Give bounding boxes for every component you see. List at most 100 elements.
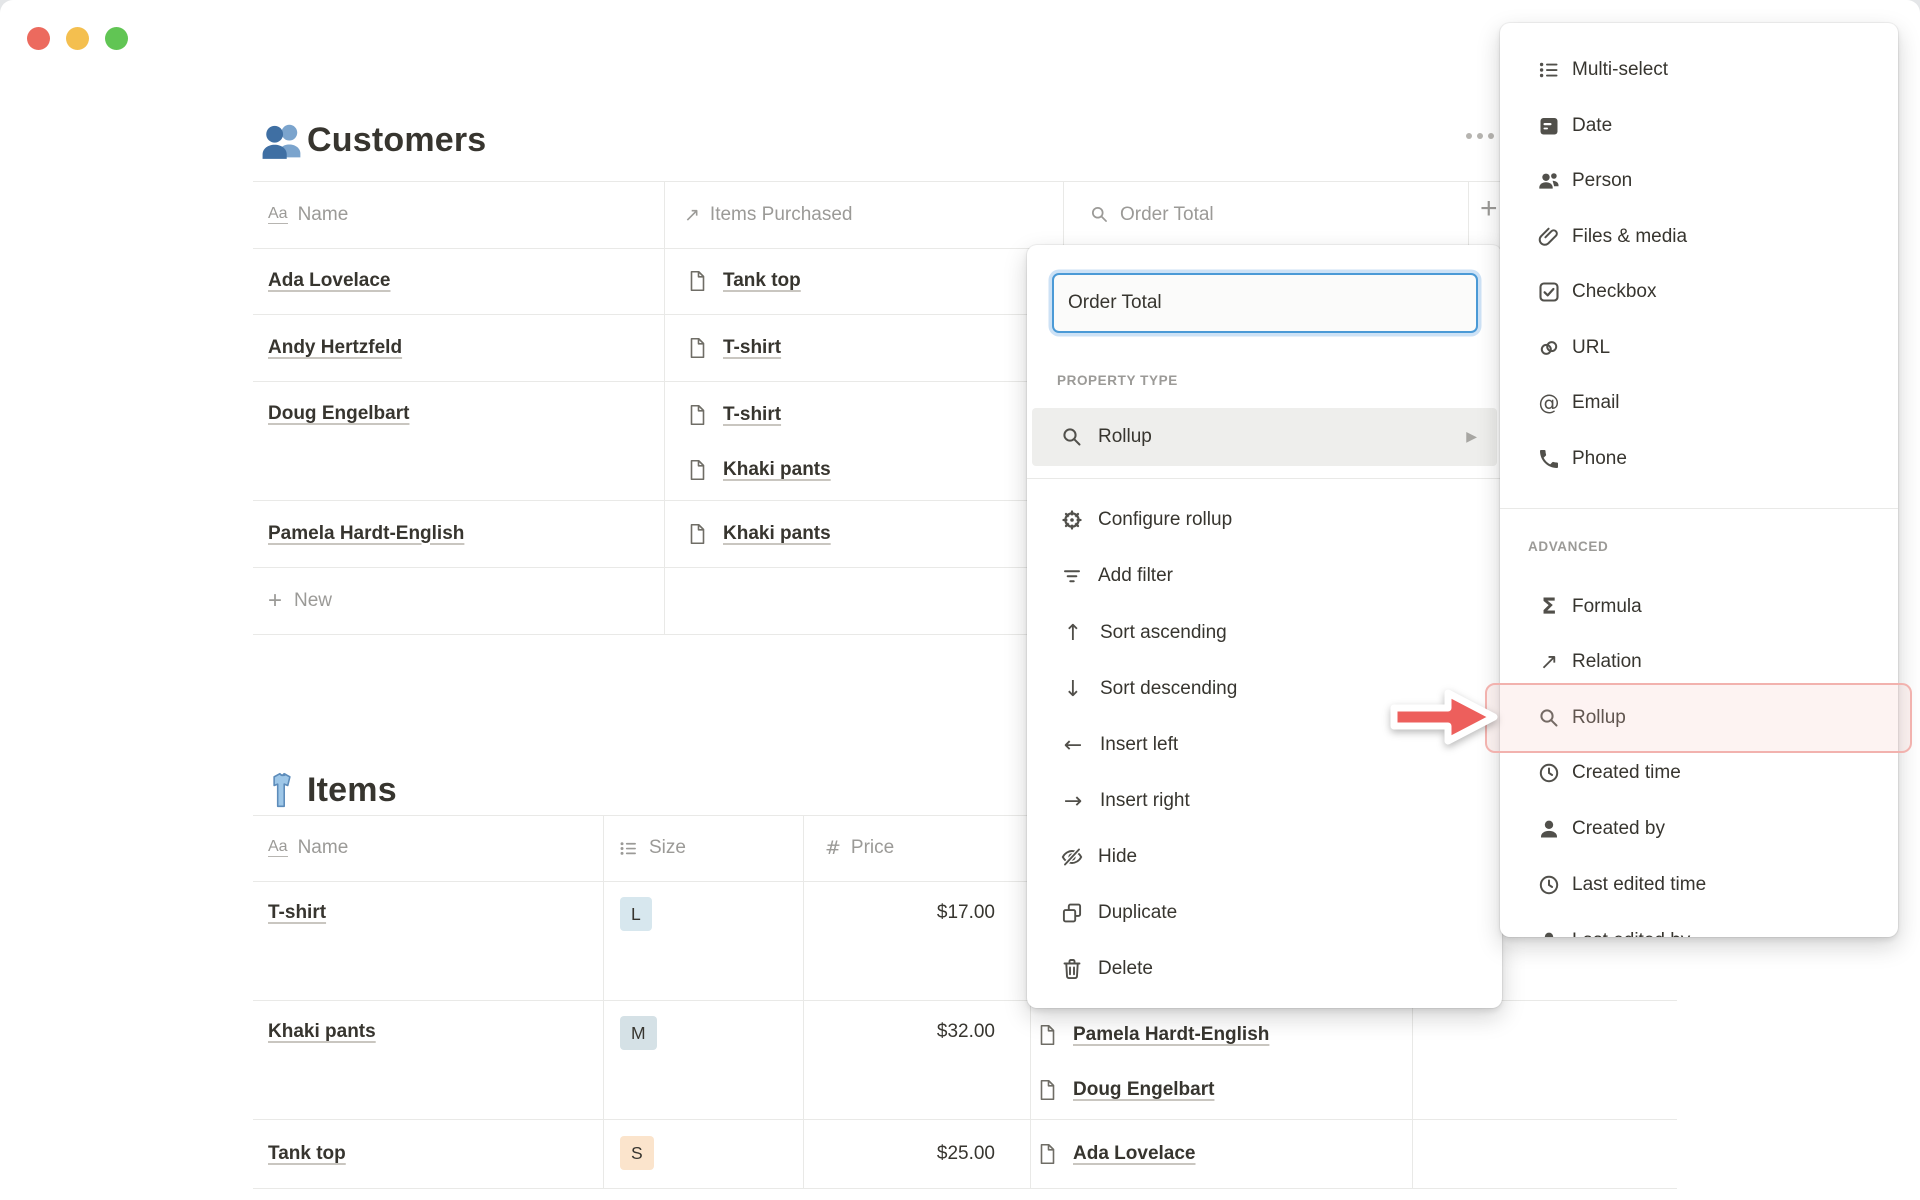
size-tag-m[interactable]: M: [620, 1016, 657, 1050]
page-icon: [685, 269, 709, 293]
page-link[interactable]: Khaki pants: [723, 459, 831, 481]
sigma-icon: Σ: [1541, 594, 1557, 620]
type-item-person[interactable]: Person: [1500, 153, 1898, 209]
table-more-options-button[interactable]: [1466, 133, 1494, 139]
table-row-name-cell[interactable]: Tank top: [268, 1119, 346, 1188]
page-link[interactable]: Khaki pants: [723, 523, 831, 545]
menu-item-duplicate[interactable]: Duplicate: [1032, 885, 1497, 941]
page-link[interactable]: Ada Lovelace: [268, 270, 391, 292]
property-type-rollup-row[interactable]: Rollup ▶: [1032, 408, 1497, 466]
plus-icon: +: [268, 586, 283, 614]
table-row-customers-cell[interactable]: Ada Lovelace: [1035, 1119, 1196, 1188]
page-link[interactable]: Doug Engelbart: [1073, 1079, 1214, 1101]
page-link[interactable]: T-shirt: [723, 404, 781, 426]
multi-select-icon: [1537, 58, 1561, 82]
table-row-name-cell[interactable]: Pamela Hardt-English: [268, 500, 464, 567]
menu-item-add-filter[interactable]: Add filter: [1032, 548, 1497, 604]
page-icon: [685, 403, 709, 427]
menu-item-sort-ascending[interactable]: ↑ Sort ascending: [1032, 605, 1497, 661]
minimize-window-button[interactable]: [66, 27, 89, 50]
menu-item-hide[interactable]: Hide: [1032, 829, 1497, 885]
add-property-button[interactable]: +: [1480, 192, 1498, 226]
page-icon: [685, 458, 709, 482]
type-item-checkbox[interactable]: Checkbox: [1500, 264, 1898, 320]
arrow-right-icon: →: [1063, 788, 1083, 814]
window-controls: [27, 27, 128, 50]
items-column-header-name[interactable]: Aa Name: [268, 815, 348, 881]
zoom-window-button[interactable]: [105, 27, 128, 50]
red-arrow-annotation: [1390, 689, 1498, 745]
table-row-name-cell[interactable]: Ada Lovelace: [268, 248, 391, 314]
new-row-button[interactable]: + New: [268, 567, 332, 634]
close-window-button[interactable]: [27, 27, 50, 50]
page-link[interactable]: Pamela Hardt-English: [268, 523, 464, 545]
table-row-name-cell[interactable]: Khaki pants: [268, 1000, 376, 1064]
column-label: Price: [850, 837, 895, 858]
rollup-icon: [1089, 204, 1110, 225]
trash-icon: [1060, 957, 1084, 981]
clock-icon: [1537, 873, 1561, 897]
relation-icon: ↗: [1539, 649, 1559, 675]
table-row-name-cell[interactable]: Andy Hertzfeld: [268, 314, 402, 381]
price-cell[interactable]: $25.00: [813, 1119, 995, 1188]
customers-section-title: Customers: [261, 112, 486, 168]
customers-column-header-name[interactable]: Aa Name: [268, 181, 348, 248]
price-cell[interactable]: $32.00: [813, 1000, 995, 1064]
items-column-header-price[interactable]: # Price: [825, 815, 894, 881]
type-item-email[interactable]: @ Email: [1500, 375, 1898, 431]
column-label: Name: [297, 203, 349, 225]
number-property-icon: #: [825, 837, 841, 859]
table-row-items-cell[interactable]: Tank top: [685, 248, 801, 314]
menu-item-configure-rollup[interactable]: Configure rollup: [1032, 492, 1497, 548]
eye-off-icon: [1060, 845, 1084, 869]
table-row-items-cell[interactable]: T-shirt Khaki pants: [685, 381, 831, 500]
person-icon: [1537, 817, 1561, 841]
page-link[interactable]: Andy Hertzfeld: [268, 337, 402, 359]
property-type-menu: Multi-select Date Person Files & media C…: [1500, 23, 1898, 937]
property-edit-menu: PROPERTY TYPE Rollup ▶ Configure rollup …: [1027, 245, 1502, 1008]
type-item-relation[interactable]: ↗ Relation: [1500, 634, 1898, 690]
items-column-header-size[interactable]: Size: [618, 815, 686, 881]
type-item-multi-select[interactable]: Multi-select: [1500, 42, 1898, 98]
type-item-formula[interactable]: Σ Formula: [1500, 579, 1898, 635]
table-row-items-cell[interactable]: T-shirt: [685, 314, 781, 381]
table-row-name-cell[interactable]: Doug Engelbart: [268, 381, 409, 447]
page-link[interactable]: Tank top: [723, 270, 801, 292]
arrow-left-icon: ←: [1063, 732, 1083, 758]
type-item-last-edited-time[interactable]: Last edited time: [1500, 857, 1898, 913]
page-link[interactable]: Doug Engelbart: [268, 403, 409, 425]
table-row-name-cell[interactable]: T-shirt: [268, 881, 326, 945]
type-item-created-time[interactable]: Created time: [1500, 745, 1898, 801]
customers-column-header-items-purchased[interactable]: ↗ Items Purchased: [684, 181, 853, 248]
column-label: Items Purchased: [709, 203, 853, 225]
type-item-phone[interactable]: Phone: [1500, 431, 1898, 487]
page-link[interactable]: T-shirt: [268, 902, 326, 924]
page-link[interactable]: Ada Lovelace: [1073, 1143, 1196, 1165]
page-link[interactable]: Pamela Hardt-English: [1073, 1024, 1269, 1046]
person-icon: [1537, 929, 1561, 937]
rollup-highlight-box: [1485, 683, 1912, 753]
property-name-input[interactable]: [1052, 273, 1478, 333]
customers-column-header-order-total[interactable]: Order Total: [1089, 181, 1214, 248]
page-icon: [685, 336, 709, 360]
size-tag-l[interactable]: L: [620, 897, 652, 931]
type-item-url[interactable]: URL: [1500, 320, 1898, 376]
page-link[interactable]: Khaki pants: [268, 1021, 376, 1043]
menu-item-insert-right[interactable]: → Insert right: [1032, 773, 1497, 829]
arrow-up-icon: ↑: [1063, 620, 1083, 646]
page-link[interactable]: T-shirt: [723, 337, 781, 359]
menu-item-delete[interactable]: Delete: [1032, 941, 1497, 997]
filter-icon: [1060, 564, 1084, 588]
page-title-items: Items: [307, 770, 397, 809]
size-tag-s[interactable]: S: [620, 1136, 654, 1170]
type-item-created-by[interactable]: Created by: [1500, 801, 1898, 857]
page-icon: [1035, 1023, 1059, 1047]
type-item-last-edited-by[interactable]: Last edited by: [1500, 913, 1898, 937]
type-item-date[interactable]: Date: [1500, 98, 1898, 154]
price-cell[interactable]: $17.00: [813, 881, 995, 945]
table-row-items-cell[interactable]: Khaki pants: [685, 500, 831, 567]
column-label: Order Total: [1120, 203, 1214, 225]
table-row-customers-cell[interactable]: Pamela Hardt-English Doug Engelbart: [1035, 1000, 1269, 1111]
page-link[interactable]: Tank top: [268, 1143, 346, 1165]
type-item-files-media[interactable]: Files & media: [1500, 209, 1898, 265]
